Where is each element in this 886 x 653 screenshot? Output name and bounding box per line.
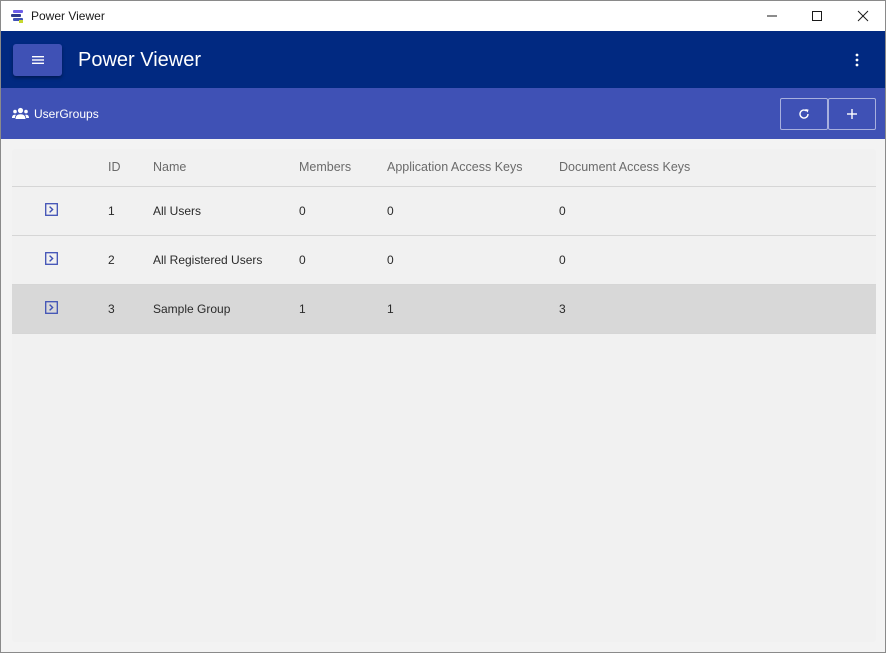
title-bar[interactable]: Power Viewer <box>1 1 885 31</box>
cell-application-access-keys: 0 <box>387 203 394 218</box>
maximize-button[interactable] <box>794 1 840 31</box>
table-row[interactable]: 1 All Users 0 0 0 <box>12 186 876 235</box>
more-vertical-icon <box>855 53 859 67</box>
plus-icon <box>847 109 857 119</box>
page-toolbar: UserGroups <box>1 88 885 139</box>
table-row-selected[interactable]: 3 Sample Group 1 1 3 <box>12 284 876 333</box>
app-window: Power Viewer Power Viewer UserGroups ID … <box>0 0 886 653</box>
hamburger-menu-icon <box>31 56 44 64</box>
cell-id: 2 <box>108 252 115 267</box>
table-header-row: ID Name Members Application Access Keys … <box>12 149 876 187</box>
expand-cell[interactable] <box>12 235 108 284</box>
app-title: Power Viewer <box>78 49 202 71</box>
column-header-application-access-keys[interactable]: Application Access Keys <box>387 149 559 187</box>
expand-row-icon[interactable] <box>45 202 58 216</box>
minimize-icon <box>767 15 777 17</box>
cell-name: All Users <box>153 203 202 218</box>
refresh-icon <box>799 109 809 119</box>
add-button[interactable] <box>828 98 876 130</box>
cell-name: All Registered Users <box>153 252 263 267</box>
minimize-button[interactable] <box>749 1 795 31</box>
more-options-button[interactable] <box>847 49 867 71</box>
cell-document-access-keys: 0 <box>559 203 566 218</box>
power-viewer-logo-icon <box>11 10 23 23</box>
column-header-expand <box>12 149 108 187</box>
cell-id: 3 <box>108 301 115 316</box>
close-icon <box>857 10 869 22</box>
page-title: UserGroups <box>34 107 99 121</box>
cell-members: 0 <box>299 252 306 267</box>
cell-members: 0 <box>299 203 306 218</box>
cell-name: Sample Group <box>153 301 231 316</box>
expand-row-icon[interactable] <box>45 300 58 314</box>
window-title: Power Viewer <box>31 9 105 23</box>
maximize-icon <box>812 11 822 21</box>
user-groups-table: ID Name Members Application Access Keys … <box>12 149 876 334</box>
cell-document-access-keys: 0 <box>559 252 566 267</box>
cell-id: 1 <box>108 203 115 218</box>
cell-application-access-keys: 1 <box>387 301 394 316</box>
menu-button[interactable] <box>13 44 62 76</box>
close-button[interactable] <box>840 1 885 31</box>
app-bar: Power Viewer <box>1 31 885 88</box>
expand-cell[interactable] <box>12 284 108 333</box>
column-header-name[interactable]: Name <box>153 149 299 187</box>
user-group-icon <box>12 107 29 119</box>
expand-row-icon[interactable] <box>45 251 58 265</box>
column-header-members[interactable]: Members <box>299 149 387 187</box>
cell-document-access-keys: 3 <box>559 301 566 316</box>
refresh-button[interactable] <box>780 98 828 130</box>
expand-cell[interactable] <box>12 186 108 235</box>
column-header-document-access-keys[interactable]: Document Access Keys <box>559 149 876 187</box>
column-header-id[interactable]: ID <box>108 149 153 187</box>
user-groups-card: ID Name Members Application Access Keys … <box>12 149 876 642</box>
table-row[interactable]: 2 All Registered Users 0 0 0 <box>12 235 876 284</box>
cell-application-access-keys: 0 <box>387 252 394 267</box>
cell-members: 1 <box>299 301 306 316</box>
